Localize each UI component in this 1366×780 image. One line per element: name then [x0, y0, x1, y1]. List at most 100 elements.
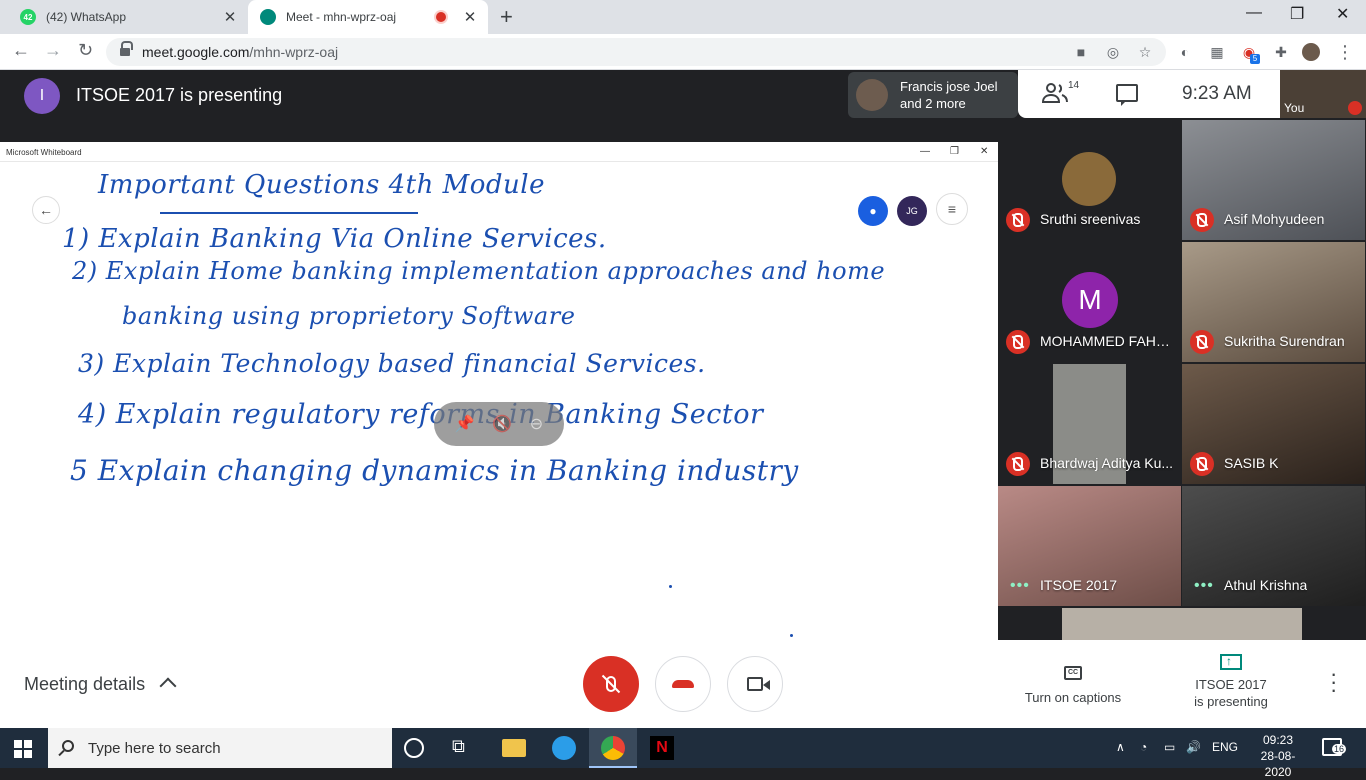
self-video-tile[interactable]: You: [1280, 70, 1366, 118]
heading-underline: [160, 212, 418, 214]
participant-tile[interactable]: [1062, 608, 1302, 640]
leave-call-button[interactable]: [655, 656, 711, 712]
participant-tile[interactable]: ••• Athul Krishna: [1182, 486, 1365, 606]
ink-dot: [790, 634, 793, 637]
file-explorer-icon[interactable]: [502, 739, 526, 757]
bookmark-star-icon[interactable]: ☆: [1136, 43, 1154, 61]
taskbar-clock[interactable]: 09:23 28-08-2020: [1256, 732, 1300, 780]
participant-initial-avatar: M: [1062, 272, 1118, 328]
meeting-controls-bar: Meeting details CC Turn on captions ITSO…: [0, 640, 1366, 728]
presenting-status-button[interactable]: ITSOE 2017 is presenting: [1178, 653, 1284, 710]
tracking-icon[interactable]: ◎: [1104, 43, 1122, 61]
reload-icon[interactable]: ↻: [78, 40, 93, 61]
self-label: You: [1284, 101, 1305, 115]
participant-tile[interactable]: Asif Mohyudeen: [1182, 120, 1365, 240]
muted-icon: [1190, 330, 1214, 354]
network-icon[interactable]: ◔: [1140, 740, 1147, 754]
extension-icon[interactable]: ◐: [1176, 43, 1194, 61]
profile-avatar[interactable]: [1302, 43, 1320, 61]
maximize-icon[interactable]: ❐: [1290, 4, 1304, 24]
participant-tile[interactable]: SASIB K: [1182, 364, 1365, 484]
back-arrow-icon: ←: [32, 196, 60, 224]
presenting-line1: ITSOE 2017: [1195, 677, 1267, 692]
minimize-icon: —: [920, 146, 930, 157]
whiteboard-presentation: Microsoft Whiteboard — ❐ ✕ ← ● JG ≡ Impo…: [0, 142, 998, 640]
meeting-clock: 9:23 AM: [1182, 83, 1252, 104]
muted-icon: [1006, 208, 1030, 232]
speaker-avatar: [856, 79, 888, 111]
task-view-icon[interactable]: ⧉: [452, 736, 476, 760]
netflix-icon[interactable]: N: [650, 736, 674, 760]
puzzle-icon[interactable]: ✚: [1272, 43, 1290, 61]
chrome-icon[interactable]: [601, 736, 625, 760]
tab-title: Meet - mhn-wprz-oaj: [286, 10, 397, 24]
ink-dot: [669, 585, 672, 588]
back-icon[interactable]: ←: [12, 40, 30, 61]
volume-icon[interactable]: 🔊: [1186, 740, 1201, 754]
participant-tile[interactable]: Sukritha Surendran: [1182, 242, 1365, 362]
participant-tile[interactable]: M MOHAMMED FAHAD...: [998, 242, 1181, 362]
language-indicator[interactable]: ENG: [1212, 740, 1238, 754]
notification-count: 16: [1332, 744, 1347, 754]
chrome-menu-icon[interactable]: ⋮: [1336, 43, 1354, 61]
address-bar[interactable]: meet.google.com/mhn-wprz-oaj: [106, 38, 1166, 66]
windows-start-icon[interactable]: [14, 740, 32, 758]
active-speaker-chip[interactable]: Francis jose Joel and 2 more: [848, 72, 1018, 118]
battery-icon[interactable]: ▭: [1164, 740, 1175, 754]
meet-icon: [260, 9, 276, 25]
participant-name: SASIB K: [1224, 455, 1279, 471]
whatsapp-icon: 42: [20, 9, 36, 25]
search-icon: [62, 740, 74, 752]
mute-presentation-icon[interactable]: 🔇: [492, 414, 512, 434]
tab-title: (42) WhatsApp: [46, 10, 127, 24]
presentation-hover-controls[interactable]: 📌 🔇 ⊖: [434, 402, 564, 446]
people-button[interactable]: 14: [1041, 80, 1082, 106]
tab-whatsapp[interactable]: 42 (42) WhatsApp ✕: [8, 0, 248, 34]
forward-icon[interactable]: →: [44, 40, 62, 61]
browser-toolbar: ← → ↻ meet.google.com/mhn-wprz-oaj ■ ◎ ☆…: [0, 34, 1366, 70]
camera-icon[interactable]: ■: [1072, 43, 1090, 61]
people-icon: [1041, 83, 1068, 103]
close-window-icon[interactable]: ✕: [1336, 4, 1349, 24]
extension-icon[interactable]: ▦: [1208, 43, 1226, 61]
close-icon: ✕: [980, 146, 989, 157]
pin-icon[interactable]: 📌: [455, 414, 475, 434]
tab-meet[interactable]: Meet - mhn-wprz-oaj ✕: [248, 0, 488, 34]
participant-tile[interactable]: Sruthi sreenivas: [998, 120, 1181, 240]
participant-tile[interactable]: Bhardwaj Aditya Ku...: [998, 364, 1181, 484]
minimize-icon[interactable]: —: [1246, 4, 1262, 22]
close-tab-icon[interactable]: ✕: [460, 8, 480, 26]
edge-icon[interactable]: [552, 736, 576, 760]
muted-icon: [1190, 208, 1214, 232]
show-hidden-icons-icon[interactable]: ∧: [1116, 740, 1125, 754]
user-icon: ●: [858, 196, 888, 226]
microphone-toggle-button[interactable]: [583, 656, 639, 712]
windows-taskbar: Type here to search ⧉ N ∧ ◔ ▭ 🔊 ENG 09:2…: [0, 728, 1366, 779]
remove-icon[interactable]: ⊖: [530, 414, 543, 434]
participant-grid: Sruthi sreenivas Asif Mohyudeen M MOHAMM…: [998, 120, 1366, 640]
cortana-icon[interactable]: [404, 738, 424, 758]
speaking-indicator-icon: •••: [1194, 577, 1214, 594]
meeting-info-panel: 14 9:23 AM: [1018, 70, 1280, 118]
captions-button[interactable]: CC Turn on captions: [1010, 662, 1136, 705]
chevron-up-icon[interactable]: [159, 677, 177, 695]
chat-icon[interactable]: [1116, 84, 1138, 106]
taskbar-search-input[interactable]: Type here to search: [48, 728, 392, 768]
url-domain: meet.google.com: [142, 44, 250, 60]
camera-toggle-button[interactable]: [727, 656, 783, 712]
speaker-name: Francis jose Joel: [900, 79, 998, 94]
new-tab-button[interactable]: +: [500, 4, 513, 30]
notification-center-icon[interactable]: 16: [1322, 738, 1347, 756]
more-options-icon[interactable]: · · ·: [1330, 663, 1337, 701]
maximize-icon: ❐: [950, 146, 959, 157]
participant-tile[interactable]: ••• ITSOE 2017: [998, 486, 1181, 606]
presenter-avatar: I: [24, 78, 60, 114]
handwritten-heading: Important Questions 4th Module: [98, 170, 545, 200]
extension-badge: 5: [1250, 54, 1260, 64]
lock-icon: [120, 41, 133, 57]
taskbar-date: 28-08-2020: [1260, 749, 1296, 779]
participant-name: MOHAMMED FAHAD...: [1040, 333, 1176, 349]
meeting-details-button[interactable]: Meeting details: [24, 674, 145, 695]
close-tab-icon[interactable]: ✕: [220, 8, 240, 26]
muted-icon: [1348, 101, 1362, 115]
